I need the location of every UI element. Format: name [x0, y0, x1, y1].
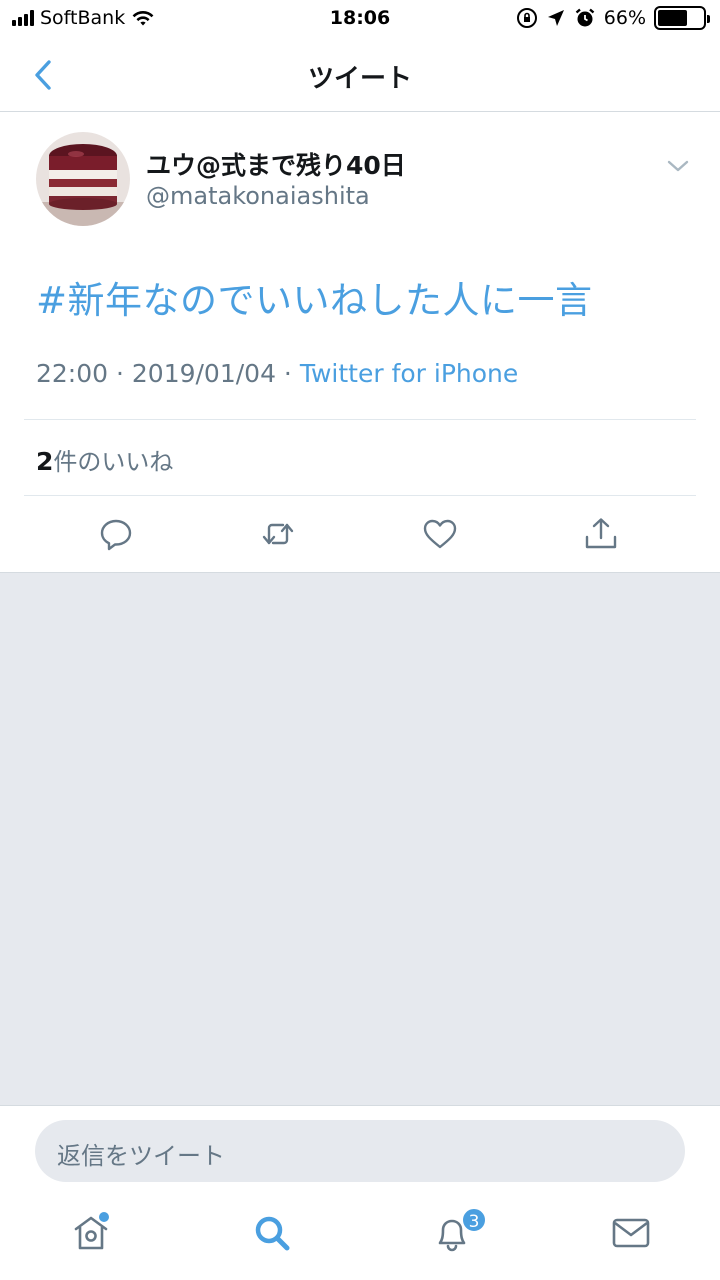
- display-name[interactable]: ユウ@式まで残り40日: [146, 146, 406, 182]
- battery-fill: [658, 10, 688, 26]
- tweet-client-link[interactable]: Twitter for iPhone: [300, 359, 518, 388]
- home-unread-dot: [99, 1212, 109, 1222]
- reply-input[interactable]: 返信をツイート: [35, 1120, 685, 1182]
- like-icon[interactable]: [422, 516, 458, 552]
- status-right: 66%: [516, 6, 710, 30]
- reply-bar: 返信をツイート: [0, 1105, 720, 1195]
- tweet-meta: 22:00 · 2019/01/04 · Twitter for iPhone: [36, 359, 518, 388]
- battery-icon: [654, 6, 710, 30]
- tweet-date: 2019/01/04: [131, 359, 276, 388]
- status-bar: SoftBank 18:06 66%: [0, 0, 720, 38]
- messages-icon[interactable]: [611, 1213, 651, 1253]
- retweet-icon[interactable]: [260, 516, 296, 552]
- tab-bar: [0, 1195, 720, 1280]
- reply-icon[interactable]: [98, 516, 134, 552]
- page-title: ツイート: [307, 64, 412, 94]
- battery-percent: 66%: [603, 7, 646, 29]
- notification-badge: 3: [461, 1207, 487, 1233]
- avatar[interactable]: [36, 132, 130, 226]
- nav-bar: ツイート: [0, 38, 720, 112]
- tweet-time: 22:00: [36, 359, 109, 388]
- chevron-down-icon[interactable]: [664, 156, 692, 176]
- avatar-image: [36, 132, 130, 226]
- tweet-detail: ユウ@式まで残り40日 @matakonaiashita #新年なのでいいねした…: [0, 112, 720, 572]
- divider: [24, 419, 696, 420]
- share-icon[interactable]: [583, 516, 619, 552]
- likes-label: 件のいいね: [53, 448, 174, 476]
- search-icon[interactable]: [252, 1213, 292, 1253]
- alarm-icon: [575, 8, 595, 27]
- user-handle[interactable]: @matakonaiashita: [146, 182, 370, 210]
- meta-separator: ·: [275, 359, 300, 388]
- tweet-actions: [0, 496, 720, 572]
- likes-count-link[interactable]: 2件のいいね: [36, 442, 173, 477]
- tweet-text[interactable]: #新年なのでいいねした人に一言: [36, 270, 593, 324]
- meta-separator: ·: [108, 359, 132, 388]
- orientation-lock-icon: [516, 8, 537, 28]
- empty-replies-area: [0, 572, 720, 1105]
- likes-number: 2: [36, 447, 54, 476]
- location-icon: [547, 10, 564, 26]
